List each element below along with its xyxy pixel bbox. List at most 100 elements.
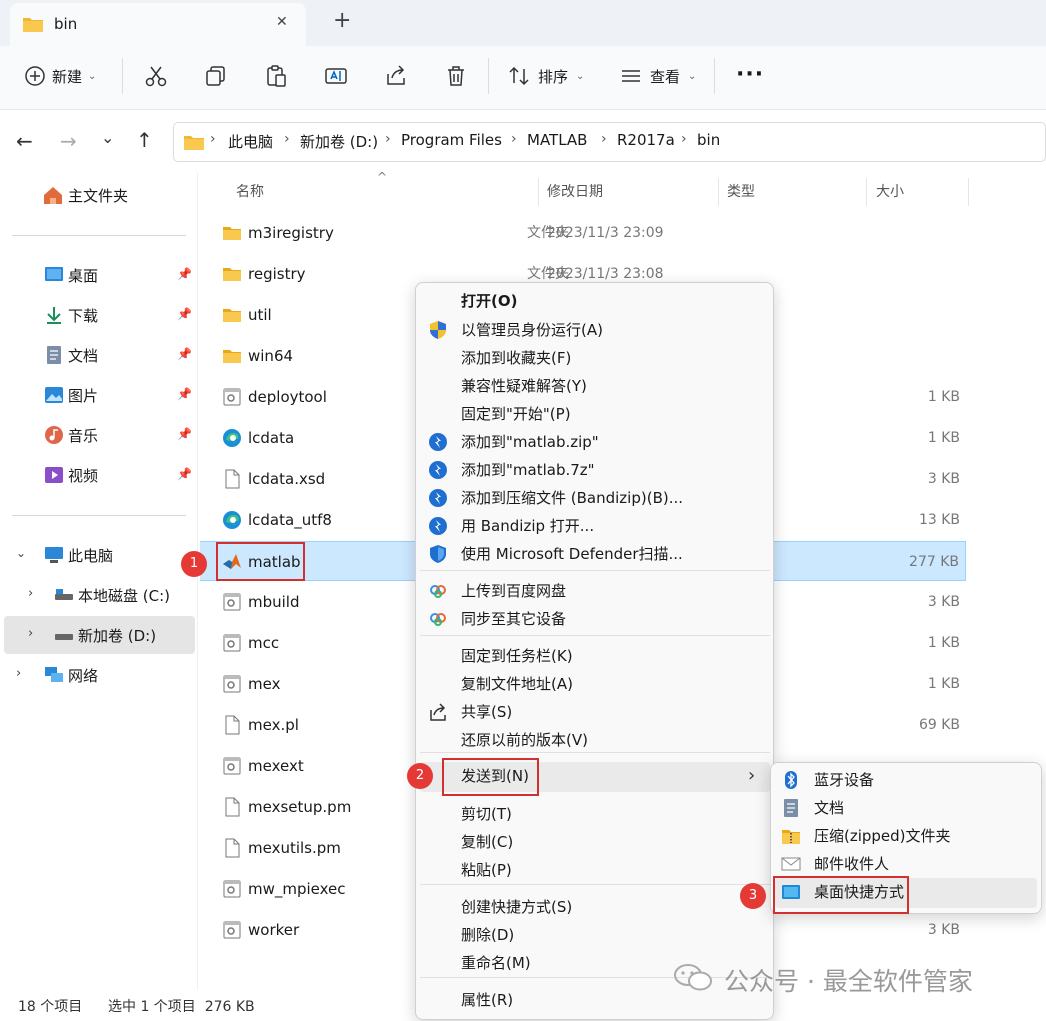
menu-item[interactable]: 添加到"matlab.zip": [461, 428, 599, 456]
collapse-chevron-icon[interactable]: ›: [28, 626, 33, 641]
new-tab-icon[interactable]: +: [333, 8, 351, 33]
pin-icon[interactable]: 📌: [177, 307, 192, 321]
breadcrumb-item[interactable]: Program Files: [401, 131, 502, 149]
breadcrumb-item[interactable]: 新加卷 (D:): [300, 131, 378, 152]
tab-bin[interactable]: bin ✕: [10, 3, 306, 46]
menu-item[interactable]: 剪切(T): [461, 800, 512, 828]
column-divider[interactable]: [866, 178, 867, 206]
menu-item[interactable]: 用 Bandizip 打开...: [461, 512, 594, 540]
menu-item[interactable]: 删除(D): [461, 921, 514, 949]
nav-desktop[interactable]: 桌面: [44, 256, 98, 294]
breadcrumb-item[interactable]: 此电脑: [228, 131, 273, 152]
nav-this-pc[interactable]: 此电脑: [44, 536, 113, 574]
collapse-chevron-icon[interactable]: ›: [28, 586, 33, 601]
column-header-name[interactable]: 名称: [236, 181, 264, 201]
menu-item[interactable]: 以管理员身份运行(A): [461, 316, 603, 344]
column-header-date[interactable]: 修改日期: [547, 181, 603, 201]
menu-item[interactable]: 创建快捷方式(S): [461, 893, 572, 921]
menu-item[interactable]: 上传到百度网盘: [461, 577, 566, 605]
nav-videos[interactable]: 视频: [44, 456, 98, 494]
view-button[interactable]: 查看 ⌄: [620, 62, 696, 90]
expand-chevron-icon[interactable]: ⌄: [16, 546, 26, 560]
file-row[interactable]: m3iregistry 2023/11/3 23:09 文件夹: [200, 213, 966, 253]
breadcrumb-item[interactable]: MATLAB: [527, 131, 587, 149]
menu-item[interactable]: 添加到"matlab.7z": [461, 456, 595, 484]
submenu-item-bluetooth[interactable]: 蓝牙设备: [814, 766, 874, 794]
breadcrumb-item[interactable]: bin: [697, 131, 720, 149]
batch-file-icon: [223, 593, 241, 611]
menu-item[interactable]: 共享(S): [461, 698, 512, 726]
cut-icon[interactable]: [144, 64, 168, 88]
back-arrow-icon[interactable]: ←: [16, 129, 33, 153]
paste-icon[interactable]: [264, 64, 288, 88]
file-name: registry: [248, 265, 306, 283]
divider: [488, 58, 489, 94]
menu-item[interactable]: 复制(C): [461, 828, 513, 856]
breadcrumb-item[interactable]: R2017a: [617, 131, 675, 149]
nav-pictures[interactable]: 图片: [44, 376, 98, 414]
menu-item[interactable]: 重命名(M): [461, 949, 531, 977]
nav-home[interactable]: 主文件夹: [42, 176, 128, 214]
breadcrumb-separator: ›: [385, 131, 391, 147]
wechat-icon: [674, 964, 712, 991]
folder-icon: [223, 350, 241, 363]
sort-button[interactable]: 排序 ⌄: [508, 62, 584, 90]
menu-item[interactable]: 同步至其它设备: [461, 605, 566, 633]
submenu-item-mail[interactable]: 邮件收件人: [814, 850, 889, 878]
folder-icon: [223, 268, 241, 281]
column-header-size[interactable]: 大小: [876, 181, 904, 201]
nav-music[interactable]: 音乐: [44, 416, 98, 454]
pin-icon[interactable]: 📌: [177, 267, 192, 281]
menu-item[interactable]: 添加到压缩文件 (Bandizip)(B)...: [461, 484, 683, 512]
sort-icon: [509, 66, 529, 86]
submenu-item-zip[interactable]: 压缩(zipped)文件夹: [814, 822, 951, 850]
submenu-item-documents[interactable]: 文档: [814, 794, 844, 822]
selection-info: 选中 1 个项目 276 KB: [108, 999, 255, 1015]
collapse-chevron-icon[interactable]: ›: [16, 666, 21, 681]
bandizip-icon: [429, 489, 447, 507]
nav-this-pc-label: 此电脑: [68, 546, 114, 565]
pin-icon[interactable]: 📌: [177, 347, 192, 361]
menu-item[interactable]: 兼容性疑难解答(Y): [461, 372, 587, 400]
recent-chevron-icon[interactable]: ⌄: [101, 128, 114, 147]
menu-item[interactable]: 属性(R): [461, 986, 513, 1014]
menu-item[interactable]: 打开(O): [461, 287, 517, 315]
file-size: 1 KB: [927, 389, 960, 405]
file-name: mexext: [248, 757, 304, 775]
forward-arrow-icon[interactable]: →: [60, 129, 77, 153]
share-icon[interactable]: [384, 64, 408, 88]
nav-drive-d[interactable]: 新加卷 (D:): [54, 616, 156, 654]
menu-item[interactable]: 固定到"开始"(P): [461, 400, 571, 428]
close-tab-icon[interactable]: ✕: [276, 14, 288, 30]
new-button[interactable]: 新建 ⌄: [24, 62, 96, 90]
up-arrow-icon[interactable]: ↑: [136, 128, 153, 152]
column-header-type[interactable]: 类型: [727, 181, 755, 201]
defender-icon: [430, 545, 446, 563]
menu-item[interactable]: 添加到收藏夹(F): [461, 344, 571, 372]
pin-icon[interactable]: 📌: [177, 467, 192, 481]
pin-icon[interactable]: 📌: [177, 427, 192, 441]
menu-item[interactable]: 固定到任务栏(K): [461, 642, 573, 670]
column-divider[interactable]: [968, 178, 969, 206]
view-label: 查看: [650, 67, 681, 86]
pin-icon[interactable]: 📌: [177, 387, 192, 401]
delete-icon[interactable]: [444, 64, 468, 88]
nav-drive-c[interactable]: 本地磁盘 (C:): [54, 576, 170, 614]
menu-item[interactable]: 粘贴(P): [461, 856, 512, 884]
copy-icon[interactable]: [204, 64, 228, 88]
share-icon: [430, 703, 446, 721]
menu-item[interactable]: 还原以前的版本(V): [461, 726, 588, 754]
menu-item[interactable]: 复制文件地址(A): [461, 670, 573, 698]
nav-network[interactable]: 网络: [44, 656, 98, 694]
column-divider[interactable]: [538, 178, 539, 206]
menu-item[interactable]: 使用 Microsoft Defender扫描...: [461, 540, 683, 568]
more-options-button[interactable]: ···: [736, 62, 764, 87]
nav-downloads[interactable]: 下载: [44, 296, 98, 334]
file-name: mexutils.pm: [248, 839, 341, 857]
nav-documents[interactable]: 文档: [44, 336, 98, 374]
view-icon: [622, 70, 640, 82]
column-divider[interactable]: [718, 178, 719, 206]
menu-separator: [420, 884, 770, 885]
submenu-arrow-icon: ›: [748, 765, 756, 786]
rename-icon[interactable]: [324, 64, 348, 88]
